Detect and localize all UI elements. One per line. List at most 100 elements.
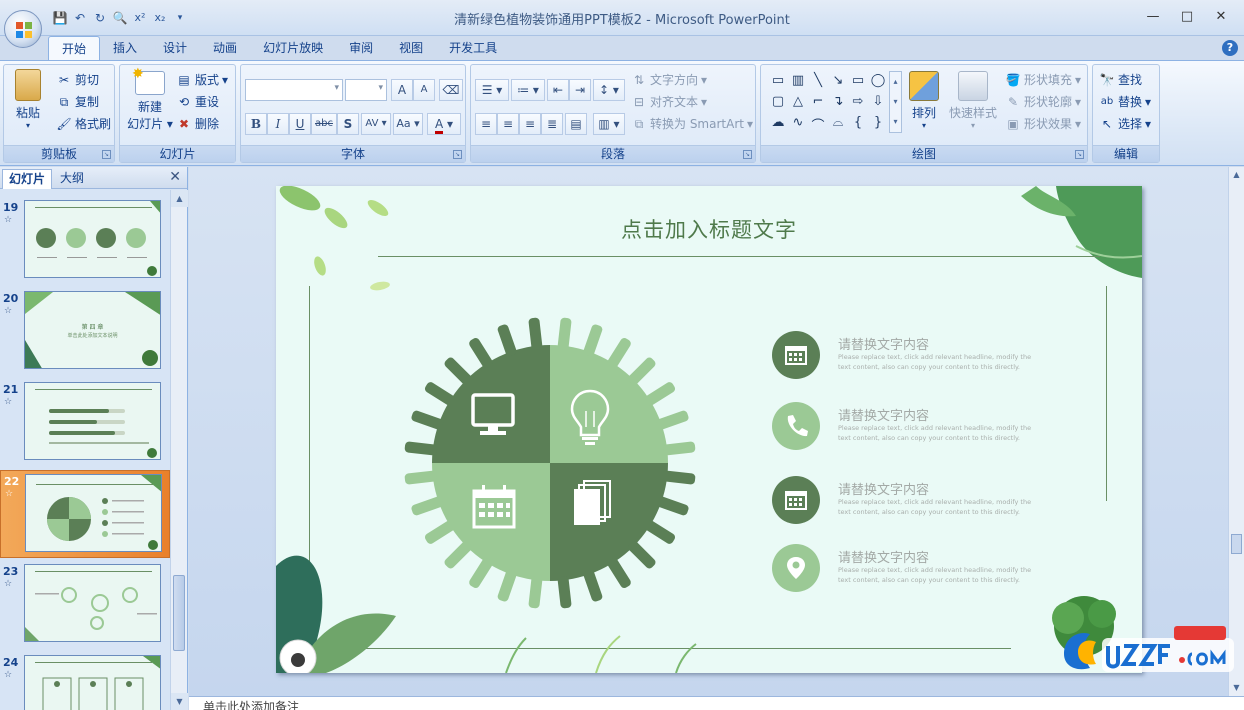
slide-title[interactable]: 点击加入标题文字	[276, 214, 1142, 244]
triangle-shape-icon[interactable]: △	[788, 94, 808, 115]
current-slide[interactable]: 点击加入标题文字 请替换文字内容 Please replace text, cl…	[276, 186, 1142, 673]
align-right-button[interactable]: ≡	[519, 113, 541, 135]
tab-developer[interactable]: 开发工具	[436, 36, 510, 61]
slide-thumbnail-24[interactable]: 24 ☆	[0, 652, 170, 710]
rounded-rect-shape-icon[interactable]: ▢	[768, 94, 788, 115]
strikethrough-button[interactable]: abc	[311, 113, 337, 135]
tab-review[interactable]: 审阅	[336, 36, 386, 61]
slide-thumbnail-22[interactable]: 22 ☆	[0, 470, 170, 558]
format-painter-button[interactable]: 🖌 格式刷	[56, 115, 111, 132]
change-case-button[interactable]: Aa ▾	[393, 113, 423, 135]
justify-button[interactable]: ≣	[541, 113, 563, 135]
minimize-button[interactable]: —	[1136, 6, 1170, 28]
item-4-title[interactable]: 请替换文字内容	[838, 547, 929, 566]
textbox-shape-icon[interactable]: ▭	[768, 73, 788, 94]
slide-thumbnail-19[interactable]: 19 ☆	[0, 197, 170, 285]
dialog-launcher-icon[interactable]: ↘	[743, 150, 752, 159]
scroll-down-icon[interactable]: ▼	[171, 693, 188, 710]
item-3-description[interactable]: Please replace text, click add relevant …	[838, 497, 1038, 517]
slide-area-scrollbar[interactable]: ▲ ▼	[1228, 167, 1244, 696]
decrease-indent-button[interactable]: ⇤	[547, 79, 569, 101]
align-left-button[interactable]: ≡	[475, 113, 497, 135]
shrink-font-button[interactable]: A	[413, 79, 435, 101]
tab-slideshow[interactable]: 幻灯片放映	[250, 36, 336, 61]
tab-insert[interactable]: 插入	[100, 36, 150, 61]
freeform-shape-icon[interactable]: ⌓	[828, 115, 848, 136]
paste-button[interactable]: 粘贴 ▾	[10, 69, 46, 130]
scroll-down-icon[interactable]: ▼	[1229, 680, 1244, 696]
tab-animations[interactable]: 动画	[200, 36, 250, 61]
distributed-button[interactable]: ▤	[565, 113, 587, 135]
bullets-button[interactable]: ☰ ▾	[475, 79, 509, 101]
cloud-shape-icon[interactable]: ☁	[768, 115, 788, 136]
arrow-line-shape-icon[interactable]: ↘	[828, 73, 848, 94]
increase-indent-button[interactable]: ⇥	[569, 79, 591, 101]
item-2-description[interactable]: Please replace text, click add relevant …	[838, 423, 1038, 443]
rectangle-shape-icon[interactable]: ▭	[848, 73, 868, 94]
tab-home[interactable]: 开始	[48, 36, 101, 61]
dialog-launcher-icon[interactable]: ↘	[102, 150, 111, 159]
right-brace-shape-icon[interactable]: }	[868, 115, 888, 136]
delete-button[interactable]: ✖ 删除	[176, 115, 219, 132]
vertical-textbox-shape-icon[interactable]: ▥	[788, 73, 808, 94]
right-arrow-shape-icon[interactable]: ⇨	[848, 94, 868, 115]
arc-shape-icon[interactable]: ⌒	[808, 115, 828, 136]
shape-outline-button[interactable]: ✎ 形状轮廓 ▾	[1005, 93, 1081, 110]
line-shape-icon[interactable]: ╲	[808, 73, 828, 94]
close-button[interactable]: ✕	[1204, 6, 1238, 28]
maximize-button[interactable]: □	[1170, 6, 1204, 28]
shapes-gallery-scroll[interactable]: ▴ ▾ ▾	[889, 71, 902, 133]
slides-panel-scrollbar[interactable]: ▲ ▼	[170, 190, 188, 710]
text-direction-button[interactable]: ⇅ 文字方向 ▾	[631, 71, 707, 88]
layout-button[interactable]: ▤ 版式 ▾	[176, 71, 228, 88]
align-text-button[interactable]: ⊟ 对齐文本 ▾	[631, 93, 707, 110]
font-color-button[interactable]: A ▾	[427, 113, 461, 135]
scroll-up-icon[interactable]: ▲	[171, 190, 188, 207]
replace-button[interactable]: ab 替换 ▾	[1099, 93, 1151, 110]
line-spacing-button[interactable]: ↕ ▾	[593, 79, 625, 101]
tab-slides[interactable]: 幻灯片	[2, 169, 53, 189]
elbow-connector-shape-icon[interactable]: ⌐	[808, 94, 828, 115]
columns-button[interactable]: ▥ ▾	[593, 113, 625, 135]
elbow-arrow-shape-icon[interactable]: ↴	[828, 94, 848, 115]
oval-shape-icon[interactable]: ◯	[868, 73, 888, 94]
item-1-title[interactable]: 请替换文字内容	[838, 334, 929, 353]
italic-button[interactable]: I	[267, 113, 289, 135]
clear-format-button[interactable]: ⌫	[439, 79, 463, 101]
new-slide-button[interactable]: ✸ 新建 幻灯片 ▾	[124, 66, 176, 132]
slide-thumbnail-23[interactable]: 23 ☆	[0, 561, 170, 649]
grow-font-button[interactable]: A	[391, 79, 413, 101]
notes-pane[interactable]: 单击此处添加备注	[189, 696, 1244, 710]
slide-thumbnail-21[interactable]: 21 ☆	[0, 379, 170, 467]
shadow-button[interactable]: S	[337, 113, 359, 135]
numbering-button[interactable]: ≔ ▾	[511, 79, 545, 101]
slide-thumbnail-20[interactable]: 20 ☆ 第 四 章 单击此处添加文本说明	[0, 288, 170, 376]
underline-button[interactable]: U	[289, 113, 311, 135]
item-3-title[interactable]: 请替换文字内容	[838, 479, 929, 498]
copy-button[interactable]: ⧉ 复制	[56, 93, 99, 110]
curve-shape-icon[interactable]: ∿	[788, 115, 808, 136]
scroll-thumb[interactable]	[1231, 534, 1242, 554]
dialog-launcher-icon[interactable]: ↘	[453, 150, 462, 159]
font-size-combo[interactable]	[345, 79, 387, 101]
scroll-thumb[interactable]	[173, 575, 185, 651]
tab-outline[interactable]: 大纲	[54, 169, 90, 189]
tab-view[interactable]: 视图	[386, 36, 436, 61]
item-1-description[interactable]: Please replace text, click add relevant …	[838, 352, 1038, 372]
tab-design[interactable]: 设计	[150, 36, 200, 61]
item-2-title[interactable]: 请替换文字内容	[838, 405, 929, 424]
char-spacing-button[interactable]: AV ▾	[361, 113, 391, 135]
help-icon[interactable]: ?	[1222, 40, 1238, 56]
shape-effects-button[interactable]: ▣ 形状效果 ▾	[1005, 115, 1081, 132]
select-button[interactable]: ↖ 选择 ▾	[1099, 115, 1151, 132]
find-button[interactable]: 🔭 查找	[1099, 71, 1143, 88]
scroll-up-icon[interactable]: ▲	[1229, 167, 1244, 183]
reset-button[interactable]: ⟲ 重设	[176, 93, 219, 110]
quick-styles-button[interactable]: 快速样式 ▾	[947, 71, 999, 130]
shapes-gallery[interactable]: ▭ ▥ ╲ ↘ ▭ ◯ ▢ △ ⌐ ↴ ⇨ ⇩ ☁ ∿ ⌒ ⌓ { }	[768, 73, 888, 136]
convert-smartart-button[interactable]: ⧉ 转换为 SmartArt ▾	[631, 115, 753, 132]
align-center-button[interactable]: ≡	[497, 113, 519, 135]
bold-button[interactable]: B	[245, 113, 267, 135]
down-arrow-shape-icon[interactable]: ⇩	[868, 94, 888, 115]
office-button[interactable]	[4, 10, 42, 48]
